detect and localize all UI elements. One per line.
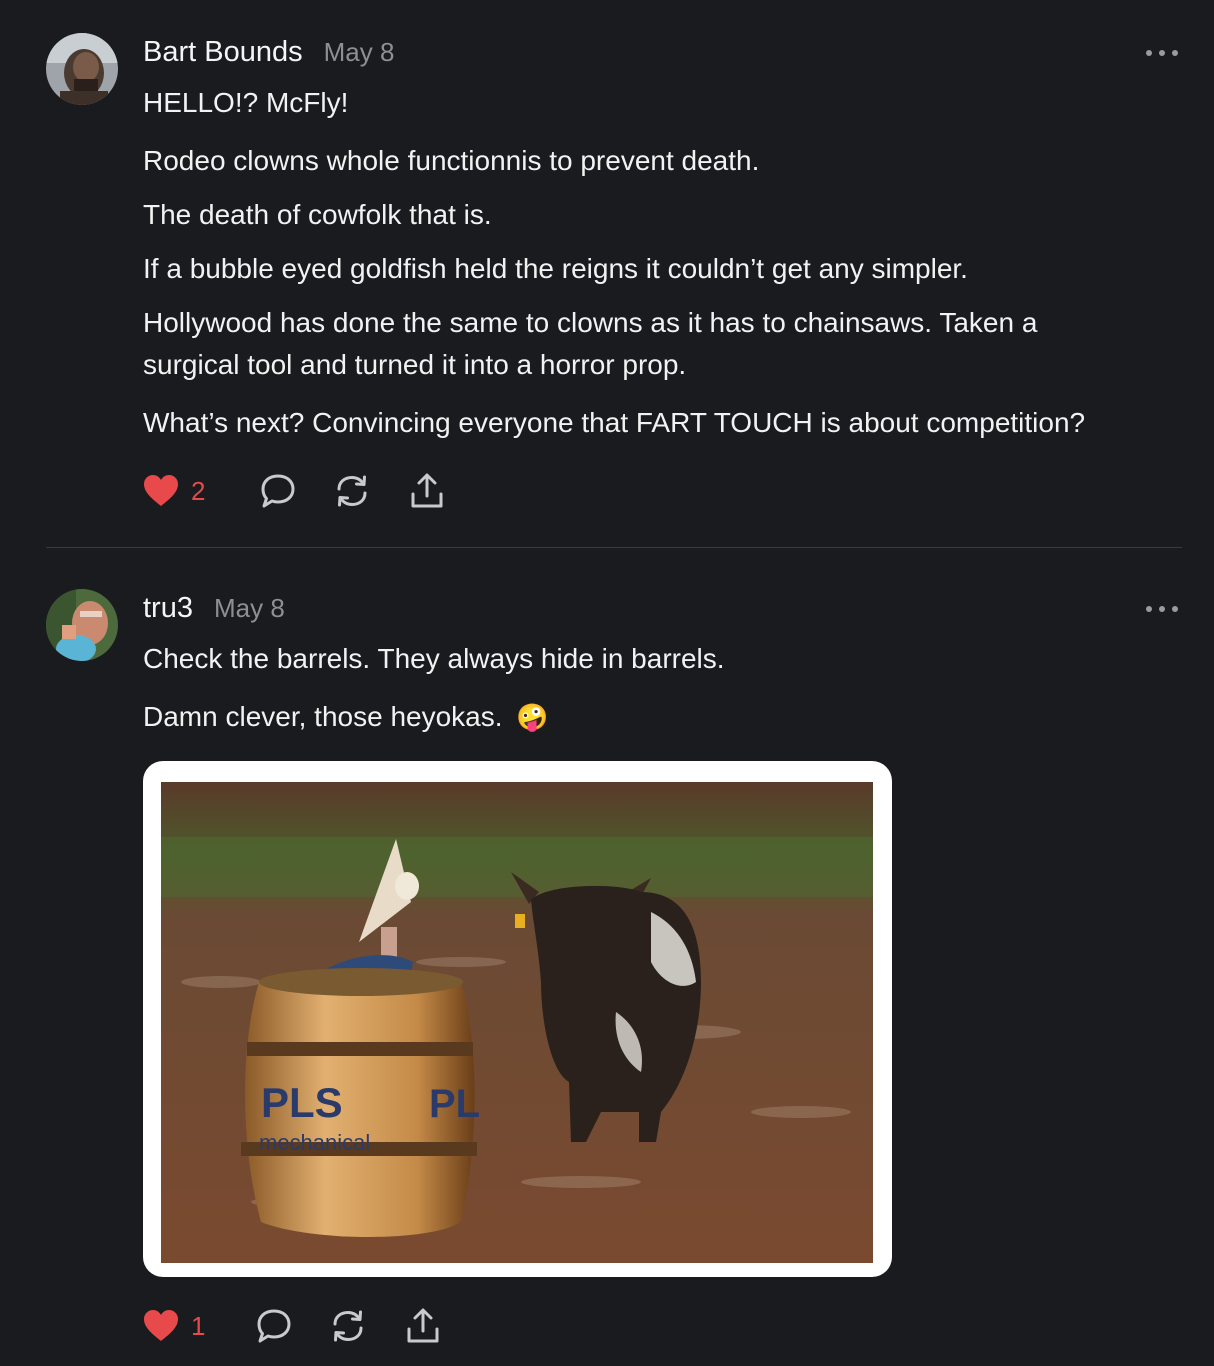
repost-icon	[337, 475, 367, 507]
avatar-tru3[interactable]	[46, 589, 118, 661]
paragraph: Rodeo clowns whole functionnis to preven…	[143, 145, 760, 176]
repost-button[interactable]	[333, 471, 371, 511]
repost-button[interactable]	[329, 1306, 367, 1346]
paragraph: Hollywood has done the same to clowns as…	[143, 307, 1038, 338]
comment-feed: Bart Bounds May 8 HELLO!? McFly! Rodeo c…	[0, 0, 1214, 1366]
paragraph: The death of cowfolk that is.	[143, 199, 492, 230]
zany-face-emoji: 🤪	[516, 702, 549, 732]
post-date[interactable]: May 8	[214, 593, 285, 624]
barrel-logo-text: PLS	[261, 1079, 343, 1126]
author-name[interactable]: tru3	[143, 592, 193, 625]
more-options-icon[interactable]	[1146, 46, 1178, 60]
share-icon	[407, 1308, 439, 1343]
heart-icon	[144, 1310, 178, 1341]
paragraph: HELLO!? McFly!	[143, 87, 349, 118]
comment-button[interactable]	[259, 471, 297, 511]
action-bar: 1	[143, 1306, 463, 1346]
paragraph: If a bubble eyed goldfish held the reign…	[143, 253, 968, 284]
author-name[interactable]: Bart Bounds	[143, 36, 303, 69]
paragraph-with-emoji: Damn clever, those heyokas. 🤪	[143, 696, 549, 738]
post-divider	[46, 547, 1182, 548]
like-button[interactable]: 2	[143, 471, 205, 511]
post-header: Bart Bounds May 8	[143, 36, 394, 76]
more-options-icon[interactable]	[1146, 602, 1178, 616]
comment-button[interactable]	[255, 1306, 293, 1346]
post-header: tru3 May 8	[143, 592, 285, 632]
heart-icon	[144, 475, 178, 506]
barrel-subtext: mechanical	[259, 1130, 370, 1155]
rodeo-barrel-photo: PLS mechanical PL	[161, 782, 873, 1263]
paragraph: What’s next? Convincing everyone that FA…	[143, 407, 1086, 438]
paragraph-text: Damn clever, those heyokas.	[143, 701, 503, 732]
comment-icon	[257, 1309, 291, 1343]
share-button[interactable]	[405, 1306, 441, 1346]
barrel-right-text: PL	[429, 1082, 480, 1126]
paragraph: Check the barrels. They always hide in b…	[143, 643, 725, 674]
comment-icon	[261, 474, 295, 508]
like-button[interactable]: 1	[143, 1306, 205, 1346]
repost-icon	[333, 1310, 363, 1342]
share-icon	[411, 473, 443, 508]
action-bar: 2	[143, 471, 463, 511]
post-date[interactable]: May 8	[324, 37, 395, 68]
attached-image[interactable]: PLS mechanical PL	[143, 761, 892, 1277]
like-count: 1	[191, 1310, 206, 1341]
like-count: 2	[191, 475, 206, 506]
avatar-bart-bounds[interactable]	[46, 33, 118, 105]
paragraph: surgical tool and turned it into a horro…	[143, 349, 687, 380]
share-button[interactable]	[409, 471, 445, 511]
